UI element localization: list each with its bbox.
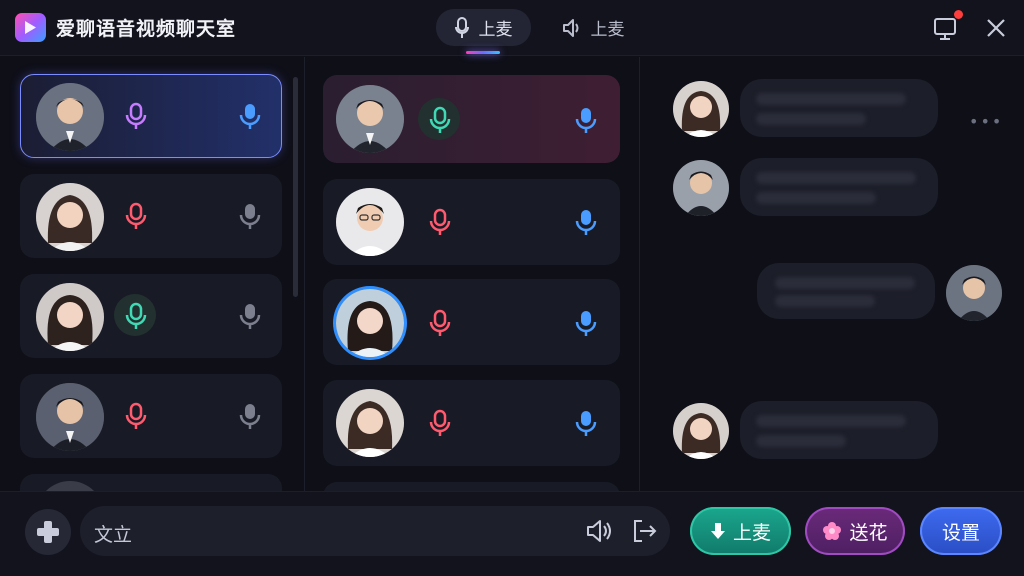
flower-icon (823, 522, 842, 540)
mic-icon (239, 104, 261, 129)
male-avatar (336, 188, 404, 256)
female-avatar (673, 403, 729, 459)
shangmai-button[interactable]: 上麦 (690, 507, 791, 555)
plus-icon (37, 521, 59, 543)
input-text: 文立 (94, 524, 133, 546)
exit-button[interactable] (630, 517, 658, 545)
mic-icon (125, 202, 147, 229)
mic-icon (239, 204, 261, 229)
chat-message (757, 263, 935, 319)
participant-card[interactable] (323, 482, 620, 491)
mic-icon (239, 404, 261, 429)
tab-label: 上麦 (478, 20, 513, 40)
arrow-down-icon (710, 523, 725, 539)
middle-participant-column (306, 57, 640, 491)
chat-message (740, 158, 938, 216)
plus-button[interactable] (25, 509, 71, 555)
mic-icon (429, 309, 451, 336)
send-flower-button[interactable]: 送花 (805, 507, 905, 555)
chat-message (740, 79, 938, 137)
settings-button[interactable]: 设置 (920, 507, 1002, 555)
mic-icon (125, 102, 147, 129)
mic-icon (575, 311, 597, 336)
volume-icon (587, 520, 611, 542)
female-avatar (336, 389, 404, 457)
notification-dot (954, 10, 963, 19)
more-icon[interactable]: ••• (969, 112, 1003, 131)
tab-indicator (466, 51, 500, 54)
tab-shangmai-speaker[interactable]: 上麦 (550, 9, 635, 46)
male-avatar (946, 265, 1002, 321)
male-avatar (673, 160, 729, 216)
left-participant-column (0, 57, 305, 491)
female-avatar (673, 81, 729, 137)
mic-icon (575, 210, 597, 235)
shangmai-label: 上麦 (732, 521, 771, 544)
mic-icon (125, 402, 147, 429)
close-button[interactable] (982, 14, 1010, 42)
chat-panel (641, 57, 1024, 491)
send-flower-label: 送花 (849, 521, 888, 544)
message-input[interactable] (80, 506, 670, 556)
male-avatar (36, 383, 104, 451)
speaker-icon (562, 18, 578, 37)
mic-icon (429, 106, 451, 133)
tab-label: 上麦 (590, 20, 625, 40)
mic-icon (575, 411, 597, 436)
mic-icon (125, 302, 147, 329)
close-icon (987, 19, 1005, 37)
male-avatar (36, 83, 104, 151)
female-avatar (336, 289, 404, 357)
mic-icon (239, 304, 261, 329)
chat-message (740, 401, 938, 459)
female-avatar (36, 283, 104, 351)
settings-label: 设置 (941, 521, 980, 544)
app-title: 爱聊语音视频聊天室 (56, 18, 237, 40)
tab-shangmai-mic[interactable]: 上麦 (436, 9, 531, 46)
mic-icon (429, 208, 451, 235)
female-avatar (36, 183, 104, 251)
volume-button[interactable] (585, 517, 615, 545)
male-avatar (336, 85, 404, 153)
exit-icon (634, 520, 657, 542)
mic-icon (429, 409, 451, 436)
app-logo-icon (15, 13, 46, 42)
mic-icon (575, 108, 597, 133)
mic-icon (454, 16, 469, 38)
scrollbar[interactable] (293, 77, 298, 297)
